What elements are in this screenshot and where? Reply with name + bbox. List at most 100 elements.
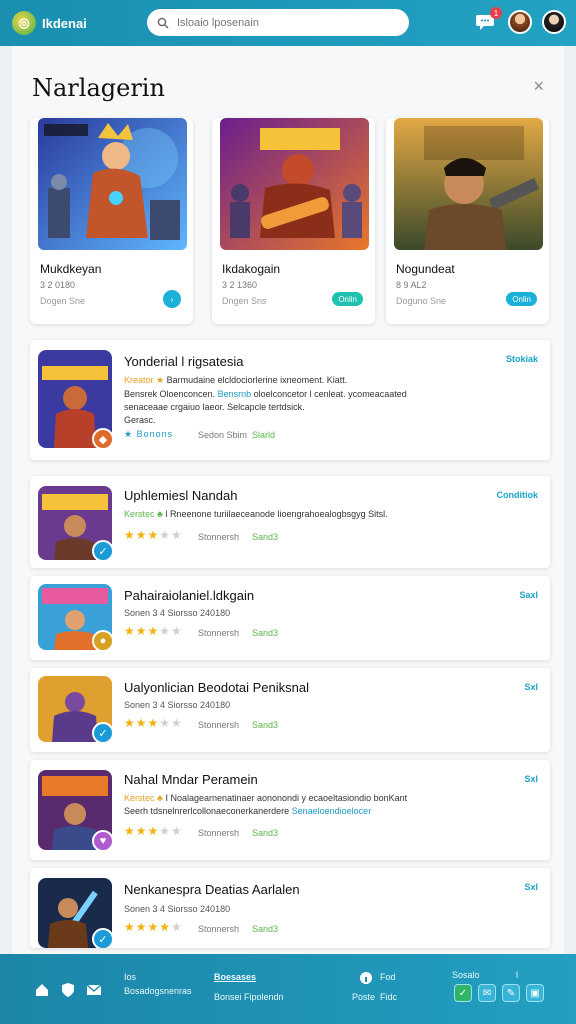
list-item[interactable]: ✓ Uphlemiesl Nandah Conditiok Kerstec ♣ … [30,476,550,568]
check-icon[interactable]: ✓ [454,984,472,1002]
featured-sub: Dogen Sne [40,296,86,306]
star-rating: ★★★★★ [124,824,183,838]
list-item-title: Pahairaiolaniel.ldkgain [124,588,255,603]
list-item-title: Ualyonlician Beodotai Peniksnal [124,680,310,695]
chat-button[interactable]: 1 [472,7,502,35]
list-item-desc: Kerstec ♣ I Noalagearnenatinaer aononond… [124,793,408,803]
featured-name: Ikdakogain [222,262,281,276]
edit-icon[interactable]: ✎ [502,984,520,1002]
bottom-bar: Ios Bosadogsnenras Boesases Bonsei Fipol… [0,954,576,1024]
list-item-desc: Kreator ★ Barmudaine elcldociorlerine ix… [124,375,348,385]
list-item[interactable]: ♥ Nahal Mndar Peramein Sxl Kerstec ♣ I N… [30,760,550,860]
featured-meta: 3 2 1360 [222,280,258,290]
featured-card[interactable]: Ikdakogain 3 2 1360 Dngen Sns Onlin [212,118,375,324]
featured-art-image [220,118,369,250]
rating-label: ★ Bonons [124,429,174,439]
game-thumbnail-image: ✓ [38,486,112,560]
player-count: Sand3 [252,828,279,838]
app-logo-icon[interactable]: ◎ [12,11,36,35]
chat-icon[interactable]: ✉ [478,984,496,1002]
list-item-desc-2: Seerh tdsnelnrerlcollonaeconerkanerdere … [124,806,372,816]
download-count: Sedon Sbim [198,430,248,440]
star-rating: ★★★★★ [124,716,183,730]
game-thumbnail-image: ✓ [38,878,112,948]
download-count: Stonnersh [198,628,240,638]
game-thumbnail-image: ♥ [38,770,112,850]
main-panel: Narlagerin × Mukdkeyan 3 2 0180 Dogen Sn… [12,46,564,954]
notification-badge: 1 [490,7,502,19]
featured-meta: 8 9 AL2 [396,280,427,290]
shield-icon[interactable] [60,982,76,998]
mail-icon[interactable] [86,982,102,998]
logo-glyph: ◎ [18,15,30,30]
featured-name: Nogundeat [396,262,455,276]
featured-card[interactable]: Nogundeat 8 9 AL2 Doguno Sne Onlin [386,118,549,324]
verified-check-icon: ✓ [92,722,112,742]
featured-sub: Doguno Sne [396,296,447,306]
brand-name[interactable]: Ikdenai [42,16,132,31]
player-count: Sand3 [252,720,279,730]
list-item-title: Uphlemiesl Nandah [124,488,238,503]
list-item[interactable]: ✓ Nenkanespra Deatias Aarlalen Sxl Sonen… [30,868,550,948]
list-item[interactable]: ● Pahairaiolaniel.ldkgain Saxl Sonen 3 4… [30,576,550,660]
page-title: Narlagerin [32,74,165,102]
footer-label[interactable]: Poste [352,992,375,1002]
list-item-title: Nahal Mndar Peramein [124,772,258,787]
featured-online-button[interactable]: Onlin [332,292,363,306]
featured-art-image [38,118,187,250]
game-thumbnail-image: ✓ [38,676,112,742]
list-item-tag[interactable]: Sxl [524,682,538,692]
list-item-tag[interactable]: Saxl [519,590,538,600]
list-item-tag[interactable]: Conditiok [497,490,539,500]
lock-icon[interactable]: ▣ [526,984,544,1002]
footer-label[interactable]: Fod [380,972,396,982]
list-item-desc: Kerstec ♣ l Rneenone turiilaeceanode lio… [124,509,388,519]
game-thumbnail-image: ● [38,584,112,650]
game-thumbnail-image: ◆ [38,350,112,448]
list-item-title: Yonderial l rigsatesia [124,354,244,369]
featured-card[interactable]: Mukdkeyan 3 2 0180 Dogen Sne › [30,118,193,324]
download-count: Stonnersh [198,924,240,934]
game-badge-icon: ♥ [92,830,112,850]
player-count: Slarld [252,430,276,440]
search-input[interactable] [177,16,397,29]
avatar[interactable] [508,10,532,34]
game-badge-icon: ● [92,630,112,650]
list-item-meta: Sonen 3 4 Siorsso 240180 [124,904,231,914]
footer-label[interactable]: Ios [124,972,136,982]
info-icon[interactable] [358,970,374,986]
list-item-meta: Sonen 3 4 Siorsso 240180 [124,700,231,710]
list-item[interactable]: ◆ Yonderial l rigsatesia Stokiak Kreator… [30,340,550,460]
download-count: Stonnersh [198,532,240,542]
list-item-tag[interactable]: Sxl [524,774,538,784]
footer-label[interactable]: Bosadogsnenras [124,986,192,996]
featured-online-button[interactable]: Onlin [506,292,537,306]
avatar-secondary[interactable] [542,10,566,34]
list-item-tag[interactable]: Stokiak [506,354,538,364]
close-icon[interactable]: × [533,76,544,97]
star-rating: ★★★★★ [124,624,183,638]
star-rating: ★★★★★ [124,920,183,934]
player-count: Sand3 [252,532,279,542]
star-rating: ★★★★★ [124,528,183,542]
footer-label[interactable]: Bonsei Fipolendn [214,992,284,1002]
list-item[interactable]: ✓ Ualyonlician Beodotai Peniksnal Sxl So… [30,668,550,752]
player-count: Sand3 [252,924,279,934]
list-item-meta: Sonen 3 4 Siorsso 240180 [124,608,231,618]
featured-play-button[interactable]: › [163,290,181,308]
verified-check-icon: ✓ [92,928,112,948]
top-actions: 1 [472,7,566,35]
featured-sub: Dngen Sns [222,296,267,306]
footer-label-active[interactable]: Boesases [214,972,256,982]
list-item-desc-2: Bensrek Oloenconcen. Bensrnb oloelconcet… [124,389,407,399]
list-item-desc-4: Gerasc. [124,415,156,425]
list-item-tag[interactable]: Sxl [524,882,538,892]
list-item-desc-3: senaceaae crgaiuo laeor. Selcapcle tertd… [124,402,305,412]
featured-row: Mukdkeyan 3 2 0180 Dogen Sne › Ikdakogai… [30,118,560,324]
player-count: Sand3 [252,628,279,638]
featured-art-image [394,118,543,250]
search-bar[interactable] [147,9,409,36]
home-icon[interactable] [34,982,50,998]
footer-label[interactable]: Fidc [380,992,397,1002]
footer-label: Sosalo [452,970,480,980]
